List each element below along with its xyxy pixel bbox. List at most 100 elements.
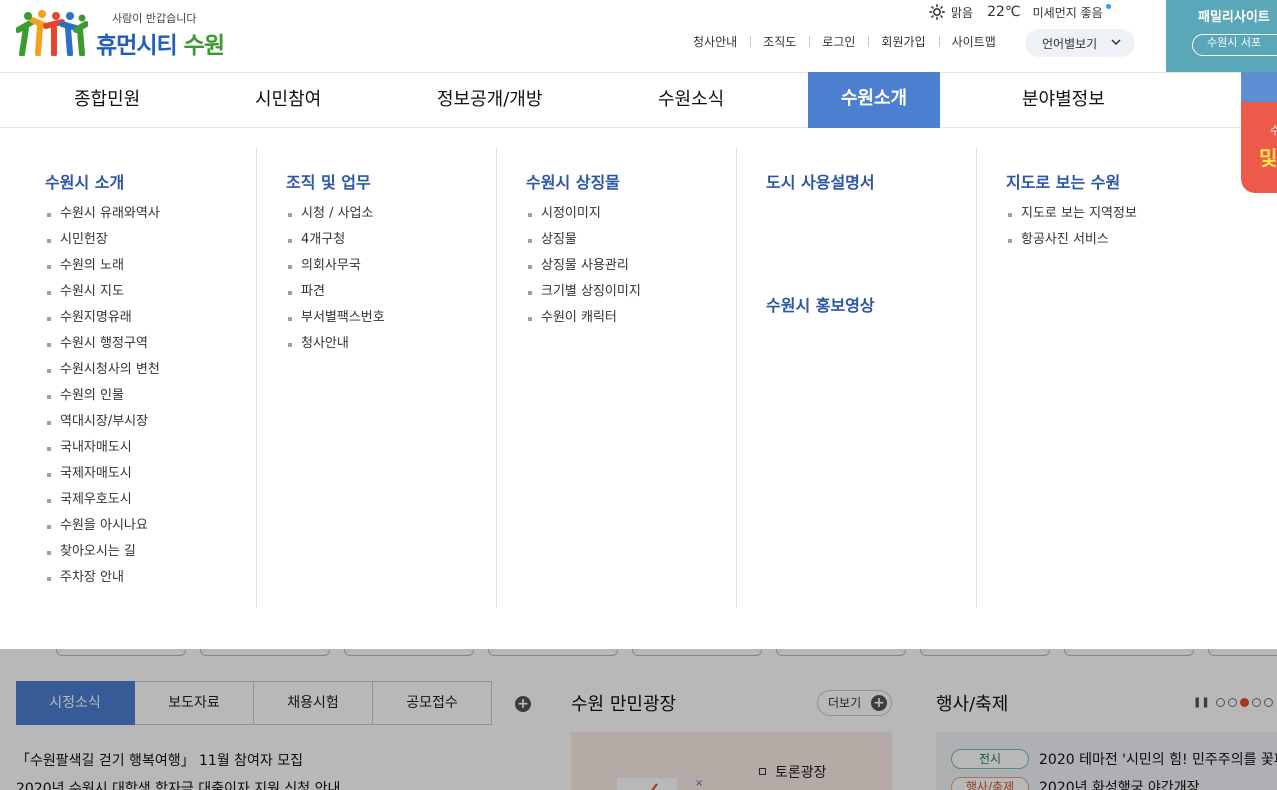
menu-item[interactable]: 수원시 행정구역 bbox=[47, 334, 160, 360]
util-link-org-chart[interactable]: 조직도 bbox=[750, 33, 809, 50]
menu-column-list: 시정이미지 상징물 상징물 사용관리 크기별 상징이미지 수원이 캐릭터 bbox=[528, 204, 641, 334]
menu-item[interactable]: 수원이 캐릭터 bbox=[528, 308, 641, 334]
tab-city-news[interactable]: 시정소식 bbox=[16, 681, 135, 725]
menu-item[interactable]: 주차장 안내 bbox=[47, 568, 160, 594]
plaza-link-debate[interactable]: 토론광장 bbox=[759, 762, 827, 782]
menu-item[interactable]: 지도로 보는 지역정보 bbox=[1008, 204, 1137, 230]
quick-menu-tile[interactable] bbox=[200, 649, 330, 656]
menu-item[interactable]: 역대시장/부시장 bbox=[47, 412, 160, 438]
weather-temperature: 22℃ bbox=[987, 4, 1021, 20]
gnb-item-field-info[interactable]: 분야별정보 bbox=[1022, 73, 1105, 129]
menu-column-title[interactable]: 지도로 보는 수원 bbox=[1006, 169, 1120, 193]
menu-item[interactable]: 수원을 아시나요 bbox=[47, 516, 160, 542]
logo-tagline: 사람이 반갑습니다 bbox=[112, 12, 197, 25]
svg-text:×: × bbox=[695, 778, 703, 789]
menu-column-organization: 조직 및 업무 시청 / 사업소 4개구청 의회사무국 파견 부서별팩스번호 청… bbox=[256, 147, 496, 608]
quick-menu-tile[interactable] bbox=[488, 649, 618, 656]
site-header: 사람이 반갑습니다 휴먼시티 수원 맑음 22℃ 미세먼지 좋음 청사안내 조직… bbox=[0, 0, 1277, 72]
logo-name-part2: 수원 bbox=[183, 33, 225, 59]
menu-column-title[interactable]: 수원시 상징물 bbox=[526, 169, 620, 193]
menu-item[interactable]: 찾아오시는 길 bbox=[47, 542, 160, 568]
pager-dot[interactable] bbox=[1227, 698, 1237, 707]
site-logo[interactable]: 사람이 반갑습니다 휴먼시티 수원 bbox=[16, 2, 226, 59]
gnb-item-suwon-news[interactable]: 수원소식 bbox=[658, 73, 724, 129]
language-button-label: 언어별보기 bbox=[1042, 36, 1098, 51]
menu-item[interactable]: 수원시 지도 bbox=[47, 282, 160, 308]
menu-column-title[interactable]: 도시 사용설명서 bbox=[766, 169, 875, 193]
util-link-office-guide[interactable]: 청사안내 bbox=[680, 33, 750, 50]
side-banner-text-1: 수 bbox=[1270, 124, 1277, 137]
menu-column-title[interactable]: 수원시 소개 bbox=[45, 169, 124, 193]
dust-status-dot bbox=[1105, 3, 1111, 9]
menu-item[interactable]: 시민헌장 bbox=[47, 230, 160, 256]
menu-item[interactable]: 상징물 사용관리 bbox=[528, 256, 641, 282]
tab-recruitment[interactable]: 채용시험 bbox=[254, 681, 373, 725]
menu-item[interactable]: 4개구청 bbox=[288, 230, 385, 256]
quick-menu-tile[interactable] bbox=[1208, 649, 1277, 656]
dust-label: 미세먼지 bbox=[1032, 5, 1077, 20]
pager-dot[interactable] bbox=[1263, 698, 1273, 707]
menu-column-suwon-intro: 수원시 소개 수원시 유래와역사 시민헌장 수원의 노래 수원시 지도 수원지명… bbox=[16, 147, 256, 608]
gnb-item-citizen-participation[interactable]: 시민참여 bbox=[255, 73, 321, 129]
pause-icon[interactable]: ❚❚ bbox=[1193, 697, 1210, 708]
page-content-dimmed: 시정소식 보도자료 채용시험 공모접수 + 「수원팔색길 걷기 행복여행」 11… bbox=[0, 649, 1277, 790]
util-link-signup[interactable]: 회원가입 bbox=[868, 33, 938, 50]
quick-menu-tile[interactable] bbox=[632, 649, 762, 656]
side-banner-top[interactable] bbox=[1241, 72, 1277, 102]
quick-menu-tile[interactable] bbox=[1064, 649, 1194, 656]
menu-item[interactable]: 파견 bbox=[288, 282, 385, 308]
menu-item[interactable]: 국제우호도시 bbox=[47, 490, 160, 516]
gnb-item-civil-service[interactable]: 종합민원 bbox=[74, 73, 140, 129]
news-list-item[interactable]: 「수원팔색길 걷기 행복여행」 11월 참여자 모집 bbox=[16, 750, 303, 770]
quick-menu-tile[interactable] bbox=[920, 649, 1050, 656]
news-list-item[interactable]: 2020년 수원시 대학생 학자금 대출이자 지원 신청 안내 bbox=[16, 778, 340, 790]
dust-value: 좋음 bbox=[1080, 5, 1103, 20]
family-site-select[interactable]: 수원시 서포 bbox=[1192, 34, 1277, 56]
pager-dot[interactable] bbox=[1215, 698, 1225, 707]
menu-item[interactable]: 국내자매도시 bbox=[47, 438, 160, 464]
menu-item[interactable]: 부서별팩스번호 bbox=[288, 308, 385, 334]
side-banner-red[interactable]: 수 및 bbox=[1241, 102, 1277, 193]
util-link-sitemap[interactable]: 사이트맵 bbox=[938, 33, 1009, 50]
news-more-plus-icon[interactable]: + bbox=[515, 696, 531, 712]
quick-menu-tile[interactable] bbox=[56, 649, 186, 656]
menu-item[interactable]: 청사안내 bbox=[288, 334, 385, 360]
utility-links: 청사안내 조직도 로그인 회원가입 사이트맵 bbox=[680, 33, 1009, 50]
mega-menu-dropdown: 수원시 소개 수원시 유래와역사 시민헌장 수원의 노래 수원시 지도 수원지명… bbox=[0, 128, 1277, 649]
menu-item[interactable]: 수원시청사의 변천 bbox=[47, 360, 160, 386]
menu-item[interactable]: 크기별 상징이미지 bbox=[528, 282, 641, 308]
quick-menu-tile[interactable] bbox=[776, 649, 906, 656]
tab-press-release[interactable]: 보도자료 bbox=[135, 681, 254, 725]
language-select-button[interactable]: 언어별보기 bbox=[1025, 29, 1135, 57]
menu-item[interactable]: 항공사진 서비스 bbox=[1008, 230, 1137, 256]
menu-item[interactable]: 수원의 노래 bbox=[47, 256, 160, 282]
menu-item[interactable]: 국제자매도시 bbox=[47, 464, 160, 490]
quick-menu-tile[interactable] bbox=[344, 649, 474, 656]
sun-icon bbox=[929, 4, 945, 20]
menu-column-title[interactable]: 조직 및 업무 bbox=[286, 169, 371, 193]
util-link-login[interactable]: 로그인 bbox=[809, 33, 868, 50]
menu-item[interactable]: 상징물 bbox=[528, 230, 641, 256]
plaza-more-button[interactable]: 더보기 + bbox=[817, 690, 892, 716]
menu-item[interactable]: 의회사무국 bbox=[288, 256, 385, 282]
event-item[interactable]: 전시 2020 테마전 '시민의 힘! 민주주의를 꽃피 bbox=[951, 748, 1277, 770]
menu-item[interactable]: 수원시 유래와역사 bbox=[47, 204, 160, 230]
menu-item[interactable]: 수원지명유래 bbox=[47, 308, 160, 334]
weather-widget: 맑음 22℃ 미세먼지 좋음 bbox=[929, 3, 1111, 21]
event-item[interactable]: 행사/축제 2020년 화성행궁 야간개장 bbox=[951, 776, 1199, 790]
pager-dot[interactable] bbox=[1251, 698, 1261, 707]
gnb-item-suwon-intro[interactable]: 수원소개 bbox=[808, 72, 940, 134]
family-site-panel[interactable]: 패밀리사이트 수원시 서포 bbox=[1166, 0, 1277, 72]
menu-column-title-video[interactable]: 수원시 홍보영상 bbox=[766, 292, 875, 316]
gnb-item-information-disclosure[interactable]: 정보공개/개방 bbox=[437, 73, 542, 129]
tab-contest[interactable]: 공모접수 bbox=[373, 681, 492, 725]
plaza-more-label: 더보기 bbox=[828, 696, 862, 710]
menu-item[interactable]: 수원의 인물 bbox=[47, 386, 160, 412]
news-tabs: 시정소식 보도자료 채용시험 공모접수 bbox=[16, 681, 492, 725]
menu-column-map: 지도로 보는 수원 지도로 보는 지역정보 항공사진 서비스 bbox=[976, 147, 1216, 608]
menu-item[interactable]: 시정이미지 bbox=[528, 204, 641, 230]
pager-dot-active[interactable] bbox=[1239, 698, 1249, 707]
plus-icon: + bbox=[871, 695, 887, 711]
menu-item[interactable]: 시청 / 사업소 bbox=[288, 204, 385, 230]
plaza-banner[interactable]: × 토론광장 bbox=[571, 732, 892, 790]
